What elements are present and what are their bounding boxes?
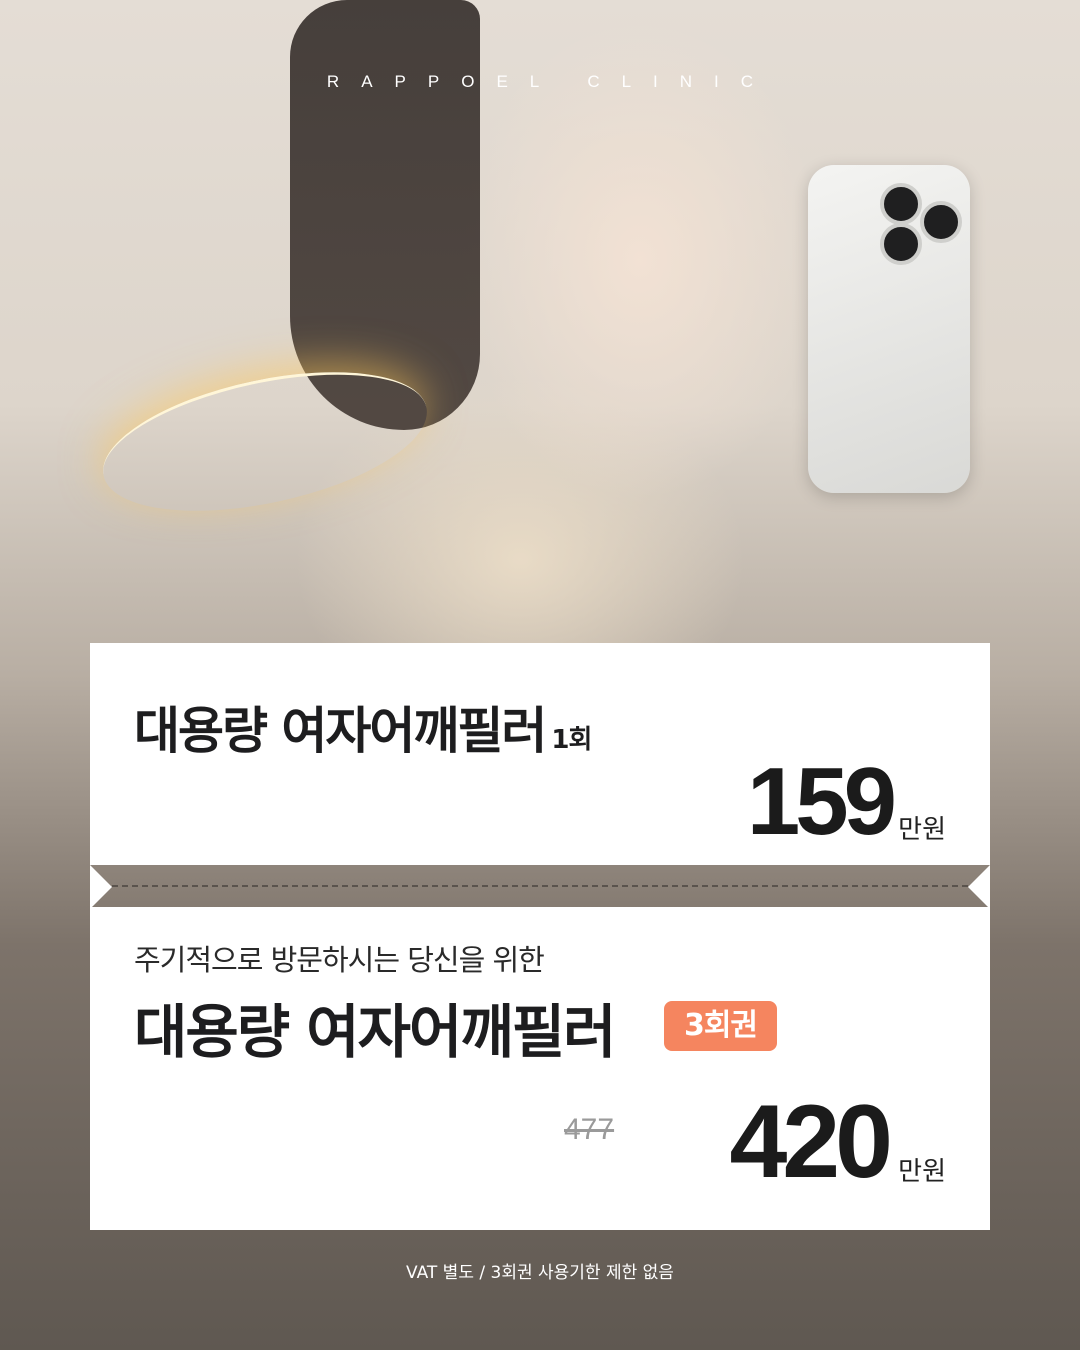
offer1-count: 1회 [551, 725, 592, 755]
ticket-notch-right [968, 865, 990, 909]
offer2-price: 420 [729, 1084, 893, 1200]
model-hair [290, 0, 480, 430]
offer2-original-price: 477 [564, 1113, 615, 1146]
offer2-unit: 만원 [898, 1157, 946, 1187]
offer-card-package: 주기적으로 방문하시는 당신을 위한 대용량 여자어깨필러 3회권 477 42… [90, 907, 990, 1230]
offer2-badge: 3회권 [664, 1001, 777, 1051]
smartphone [808, 165, 970, 493]
offer2-subtitle: 주기적으로 방문하시는 당신을 위한 [134, 943, 545, 977]
offer1-price: 159 [746, 748, 897, 855]
ticket-notch-left [90, 865, 112, 909]
brand-logo-text: RAPPOEL CLINIC [326, 72, 776, 91]
footnote: VAT 별도 / 3회권 사용기한 제한 없음 [406, 1263, 674, 1283]
offer-card-single: 대용량 여자어깨필러 1회 159 만원 [90, 643, 990, 865]
offer1-title: 대용량 여자어깨필러 [134, 702, 547, 760]
offer1-title-wrap: 대용량 여자어깨필러 1회 [134, 691, 592, 763]
ticket-divider [112, 885, 968, 887]
offer2-title: 대용량 여자어깨필러 [134, 998, 616, 1066]
offer1-unit: 만원 [898, 815, 946, 845]
